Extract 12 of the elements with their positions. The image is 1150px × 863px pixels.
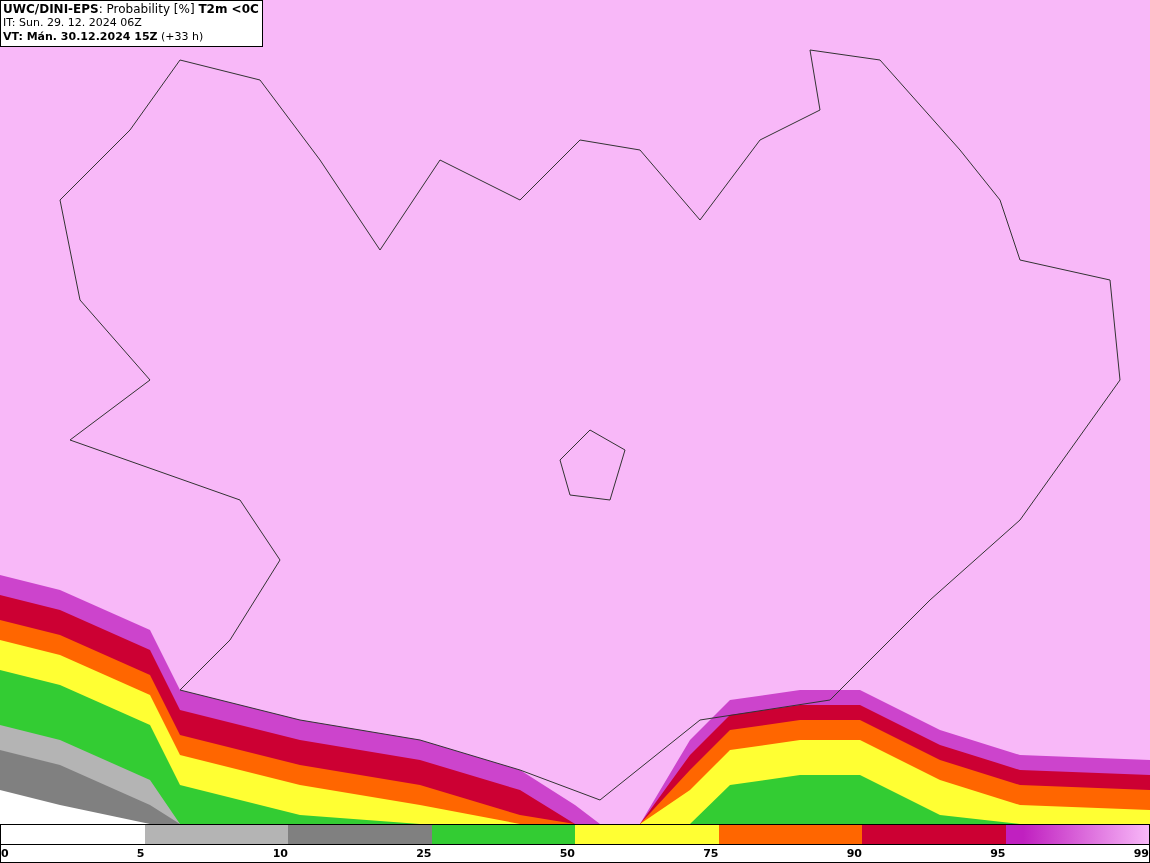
legend-label: 5 (136, 846, 145, 862)
valid-time: VT: Mán. 30.12.2024 15Z (+33 h) (3, 30, 205, 44)
legend-label: 50 (559, 846, 575, 862)
legend-label: 95 (990, 846, 1006, 862)
legend-label: 99 (1133, 846, 1149, 862)
map-title: UWC/DINI-EPS: Probability [%] T2m <0C (3, 2, 259, 16)
initial-time: IT: Sun. 29. 12. 2024 06Z (3, 16, 143, 30)
legend-label: 0 (1, 846, 9, 862)
legend-label: 75 (703, 846, 719, 862)
legend-label: 25 (416, 846, 432, 862)
legend-label: 90 (846, 846, 862, 862)
legend-label: 10 (272, 846, 288, 862)
